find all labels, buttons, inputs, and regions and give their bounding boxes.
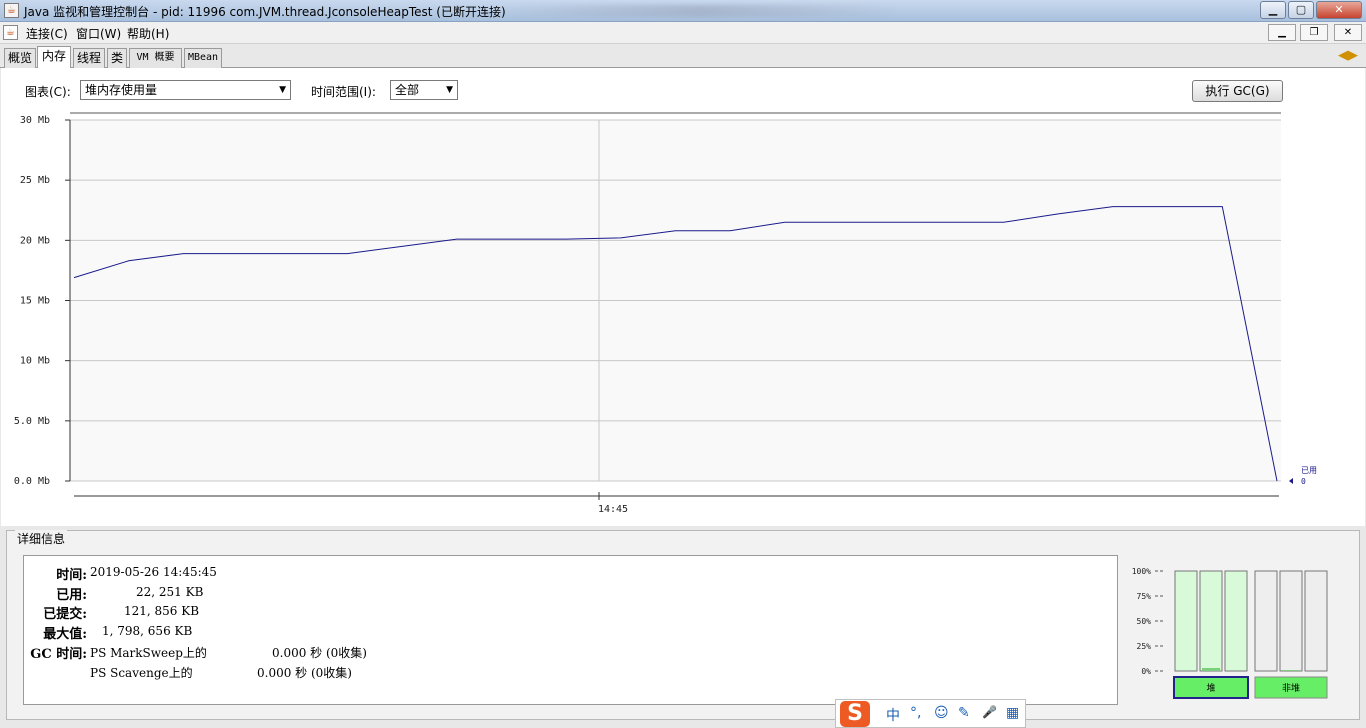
gc-time-marksweep: 0.000 秒 (0收集)	[272, 646, 367, 660]
blurred-region	[500, 5, 900, 17]
heap-usage-chart: 30 Mb 25 Mb 20 Mb 15 Mb 10 Mb 5.0 Mb 0.0 Mb 14:…	[14, 112, 1317, 515]
gc-time-scavenge: 0.000 秒 (0收集)	[257, 666, 352, 680]
details-info-box: 时间: 2019-05-26 14:45:45 已用: 22, 251 KB 已…	[23, 555, 1118, 705]
x-tick-label: 14:45	[598, 504, 628, 515]
maximize-button[interactable]: ▢	[1288, 1, 1314, 19]
y-tick-label: 10 Mb	[20, 356, 50, 367]
grid-menu-icon[interactable]: ▦	[1006, 705, 1019, 721]
y-tick-label: 5.0 Mb	[14, 416, 50, 427]
close-button[interactable]: ✕	[1316, 1, 1362, 19]
tab-scroll-arrows-icon[interactable]: ◀▶	[1338, 49, 1362, 63]
max-label: 最大值:	[43, 627, 87, 642]
gc-collector-scavenge: PS Scavenge上的	[90, 666, 193, 680]
java-icon: ☕	[4, 3, 19, 18]
committed-value: 121, 856 KB	[124, 604, 200, 618]
menu-bar: ☕ 连接(C) 窗口(W) 帮助(H) ▁ ❐ ✕	[0, 22, 1366, 44]
minimize-button[interactable]: ▁	[1260, 1, 1286, 19]
bar-tick-label: 75%	[1137, 592, 1152, 601]
tab-classes[interactable]: 类	[107, 48, 127, 68]
max-value: 1, 798, 656 KB	[102, 624, 193, 638]
bar-tick-label: 0%	[1141, 667, 1151, 676]
smiley-icon[interactable]: ☺	[934, 705, 949, 721]
gc-collector-marksweep: PS MarkSweep上的	[90, 646, 207, 660]
chart-select-value: 堆内存使用量	[85, 83, 158, 97]
nonheap-bar-fill	[1282, 670, 1300, 671]
nonheap-legend-label: 非堆	[1282, 682, 1300, 694]
sogou-logo-icon[interactable]: S	[840, 701, 870, 727]
y-tick-label: 0.0 Mb	[14, 476, 50, 487]
menu-connect[interactable]: 连接(C)	[26, 25, 68, 42]
tab-mbean[interactable]: MBean	[184, 48, 222, 68]
details-title: 详细信息	[15, 530, 68, 547]
child-restore-button[interactable]: ❐	[1300, 24, 1328, 41]
window-title-bar: ☕ Java 监视和管理控制台 - pid: 11996 com.JVM.thr…	[0, 0, 1366, 22]
chevron-down-icon: ▼	[446, 85, 453, 95]
tab-overview[interactable]: 概览	[4, 48, 36, 68]
committed-label: 已提交:	[43, 607, 87, 622]
tab-vm-summary[interactable]: VM 概要	[129, 48, 182, 68]
heap-bar-fill	[1202, 668, 1220, 671]
nonheap-bar	[1304, 570, 1328, 672]
ime-chinese-mode[interactable]: 中	[886, 705, 900, 725]
chart-select[interactable]: 堆内存使用量 ▼	[80, 80, 291, 100]
bar-tick-label: 50%	[1137, 617, 1152, 626]
series-end-name: 已用	[1301, 466, 1317, 475]
heap-bar	[1224, 570, 1248, 672]
menu-window[interactable]: 窗口(W)	[76, 25, 121, 42]
ime-punctuation[interactable]: °,	[910, 705, 921, 721]
nonheap-bar	[1279, 570, 1303, 672]
memory-pool-bars: 100% 75% 50% 25% 0% 堆 非堆	[1132, 567, 1328, 699]
ime-toolbar: S 中 °, ☺ ✎ 🎤 ▦	[835, 699, 1026, 728]
document-icon: ☕	[3, 25, 18, 40]
time-range-select[interactable]: 全部 ▼	[390, 80, 458, 100]
y-tick-label: 30 Mb	[20, 115, 50, 126]
gc-time-label: GC 时间:	[30, 647, 87, 662]
time-value: 2019-05-26 14:45:45	[90, 565, 217, 579]
series-end-value: 0	[1301, 477, 1306, 486]
tab-memory[interactable]: 内存	[37, 46, 71, 69]
window-title: Java 监视和管理控制台 - pid: 11996 com.JVM.threa…	[24, 5, 506, 19]
bar-tick-label: 100%	[1132, 567, 1151, 576]
series-end-marker	[1289, 478, 1293, 484]
pen-icon[interactable]: ✎	[958, 705, 970, 721]
y-tick-label: 25 Mb	[20, 175, 50, 186]
child-minimize-button[interactable]: ▁	[1268, 24, 1296, 41]
perform-gc-button[interactable]: 执行 GC(G)	[1192, 80, 1283, 102]
y-tick-label: 20 Mb	[20, 235, 50, 246]
used-value: 22, 251 KB	[136, 585, 204, 599]
time-label: 时间:	[56, 568, 87, 583]
microphone-icon[interactable]: 🎤	[982, 705, 997, 719]
used-label: 已用:	[56, 588, 87, 603]
heap-bar	[1174, 570, 1198, 672]
child-close-button[interactable]: ✕	[1334, 24, 1362, 41]
time-range-label: 时间范围(I):	[311, 85, 376, 99]
bar-tick-label: 25%	[1137, 642, 1152, 651]
details-panel: 详细信息 时间: 2019-05-26 14:45:45 已用: 22, 251…	[6, 530, 1360, 720]
nonheap-bar	[1254, 570, 1278, 672]
memory-panel: 图表(C): 堆内存使用量 ▼ 时间范围(I): 全部 ▼ 执行 GC(G) 3…	[1, 68, 1365, 526]
heap-legend-label: 堆	[1206, 683, 1215, 694]
heap-bar	[1199, 570, 1223, 672]
chevron-down-icon: ▼	[279, 85, 286, 95]
menu-help[interactable]: 帮助(H)	[127, 25, 169, 42]
y-tick-label: 15 Mb	[20, 296, 50, 307]
chart-select-label: 图表(C):	[25, 85, 71, 99]
tab-threads[interactable]: 线程	[73, 48, 105, 68]
time-range-value: 全部	[395, 83, 420, 97]
tab-bar: 概览 内存 线程 类 VM 概要 MBean ◀▶	[0, 44, 1366, 69]
